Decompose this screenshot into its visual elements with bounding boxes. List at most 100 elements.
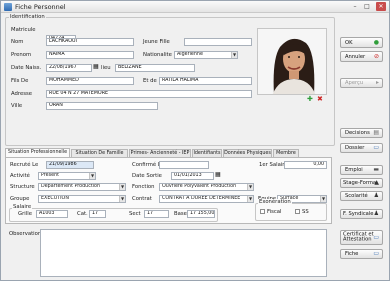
contrat-label: Contrat <box>132 196 152 202</box>
decisions-button[interactable]: Decisions ▤ <box>340 128 383 138</box>
fiscal-checkbox[interactable] <box>260 209 265 214</box>
identification-legend: Identification <box>9 14 46 20</box>
sect-label: Sect <box>129 211 141 217</box>
annuler-label: Annuler <box>345 53 366 60</box>
chevron-down-icon: ▼ <box>89 173 95 179</box>
fils-de-field[interactable]: MOHAMMED <box>46 77 134 85</box>
red-x-icon[interactable]: ✖ <box>317 95 323 103</box>
dossier-button[interactable]: Dossier ▭ <box>340 143 383 153</box>
scolarite-button[interactable]: Scolarité ♟ <box>340 191 383 201</box>
fonction-label: Fonction <box>132 184 155 190</box>
cat-label: Cat. <box>77 211 88 217</box>
confirme-field[interactable] <box>159 161 209 169</box>
chevron-down-icon: ▼ <box>119 184 125 190</box>
structure-label: Structure <box>10 184 35 190</box>
tab-donnees-physiques[interactable]: Données Physiques <box>223 149 272 157</box>
fils-de-label: Fils De <box>11 78 29 84</box>
exoneration-group <box>255 203 327 221</box>
app-icon <box>4 3 12 11</box>
tab-situation-de-famille[interactable]: Situation De Famille <box>71 149 128 157</box>
salaire1-field[interactable]: 0,00 <box>284 161 327 169</box>
sect-field[interactable]: 17 <box>144 210 169 218</box>
ss-checkbox[interactable] <box>295 209 300 214</box>
grille-field[interactable]: A1003 <box>36 210 68 218</box>
nom-field[interactable]: LACHKAOUI <box>46 38 134 46</box>
close-button[interactable]: ✕ <box>376 2 386 11</box>
briefcase-icon: ▬ <box>373 166 379 173</box>
adresse-field[interactable]: RUE 04 N 27 MATEMORE <box>46 90 252 98</box>
prenom-field[interactable]: NAIMA <box>46 51 134 59</box>
fiscal-label: Fiscal <box>267 209 282 215</box>
tab-primes[interactable]: Primes- Ancienneté - IEP <box>129 149 191 157</box>
group-icon: ♟ <box>373 210 379 217</box>
ok-label: OK <box>345 39 353 46</box>
check-icon: ● <box>373 38 379 46</box>
apercu-button[interactable]: Aperçu ▸ <box>340 78 383 88</box>
et-de-label: Et de <box>143 78 157 84</box>
certificate-icon: ▭ <box>373 233 379 241</box>
fiche-personnel-window: Fiche Personnel – □ ✕ Identification Mat… <box>0 0 390 281</box>
base-field[interactable]: 17 155,00 <box>187 210 215 218</box>
date-sortie-label: Date Sortie <box>132 173 162 179</box>
certificat-button[interactable]: Certificat et Attestation ▭ <box>340 230 383 245</box>
employee-photo <box>257 28 327 95</box>
nationalite-value: Algérienne <box>177 52 203 57</box>
stage-forma-button[interactable]: Stage-Forma. ▲ <box>340 178 383 188</box>
observations-textarea[interactable] <box>40 229 327 277</box>
green-plus-icon[interactable]: ✚ <box>307 95 313 103</box>
certificat-label: Certificat et Attestation <box>343 231 374 243</box>
fiche-label: Fiche <box>345 251 359 257</box>
ville-field[interactable]: ORAN <box>46 102 158 110</box>
fonction-select[interactable]: Ouvrière Polyvalent Production ▼ <box>159 183 254 191</box>
portrait-image <box>258 29 326 94</box>
groupe-value: EXECUTION <box>41 196 69 201</box>
stage-forma-label: Stage-Forma. <box>343 180 378 186</box>
lieu-label: lieu <box>101 65 111 71</box>
groupe-label: Groupe <box>10 196 30 202</box>
nom-label: Nom <box>11 39 24 45</box>
grille-label: Grille <box>18 211 32 217</box>
title-bar: Fiche Personnel – □ ✕ <box>1 1 389 13</box>
nationalite-select[interactable]: Algérienne ▼ <box>174 51 238 59</box>
annuler-button[interactable]: Annuler ⊘ <box>340 51 383 62</box>
date-naiss-label: Date Naiss. <box>11 65 42 71</box>
recrute-field[interactable]: 21/09/1986 <box>46 161 94 169</box>
f-syndicale-button[interactable]: F. Syndicale ♟ <box>340 209 383 219</box>
tab-identifiants[interactable]: Identifiants <box>192 149 222 157</box>
cat-field[interactable]: 17 <box>89 210 106 218</box>
activite-value: Présent <box>41 173 59 178</box>
graduation-cap-icon: ▲ <box>374 179 379 186</box>
ok-button[interactable]: OK ● <box>340 37 383 48</box>
date-sortie-field[interactable]: 01/01/2013 <box>171 172 214 180</box>
folder-icon: ▭ <box>373 144 379 151</box>
emploi-button[interactable]: Emploi ▬ <box>340 165 383 175</box>
tab-situation-professionnelle[interactable]: Situation Professionnelle <box>5 148 70 157</box>
et-de-field[interactable]: RATILA HALIMA <box>159 77 252 85</box>
calendar-icon[interactable]: ▦ <box>215 171 221 178</box>
contrat-select[interactable]: CONTRAT A DUREE DETERMINEE ▼ <box>159 195 254 203</box>
tab-membre[interactable]: Membre <box>273 149 299 157</box>
structure-select[interactable]: Département Production ▼ <box>38 183 126 191</box>
exoneration-legend: Exonération <box>258 199 292 205</box>
ville-label: Ville <box>11 103 23 109</box>
chevron-down-icon: ▼ <box>247 196 253 202</box>
decisions-label: Decisions <box>345 130 370 136</box>
printer-icon: ▭ <box>373 250 379 257</box>
fiche-button[interactable]: Fiche ▭ <box>340 249 383 259</box>
window-title: Fiche Personnel <box>15 3 66 11</box>
jeune-fille-field[interactable] <box>184 38 252 46</box>
ss-label: SS <box>302 209 309 215</box>
lieu-field[interactable]: BELIZANE <box>115 64 195 72</box>
apercu-label: Aperçu <box>345 80 364 86</box>
date-naiss-field[interactable]: 22/08/1967 <box>46 64 92 72</box>
dossier-label: Dossier <box>345 145 365 151</box>
groupe-select[interactable]: EXECUTION ▼ <box>38 195 126 203</box>
activite-label: Activité <box>10 173 30 179</box>
emploi-label: Emploi <box>345 167 363 173</box>
maximize-button[interactable]: □ <box>362 2 372 11</box>
calendar-icon[interactable]: ▦ <box>93 63 99 70</box>
activite-select[interactable]: Présent ▼ <box>38 172 96 180</box>
minimize-button[interactable]: – <box>350 2 360 11</box>
recrute-label: Recruté Le <box>10 162 39 168</box>
adresse-label: Adresse <box>11 91 32 97</box>
